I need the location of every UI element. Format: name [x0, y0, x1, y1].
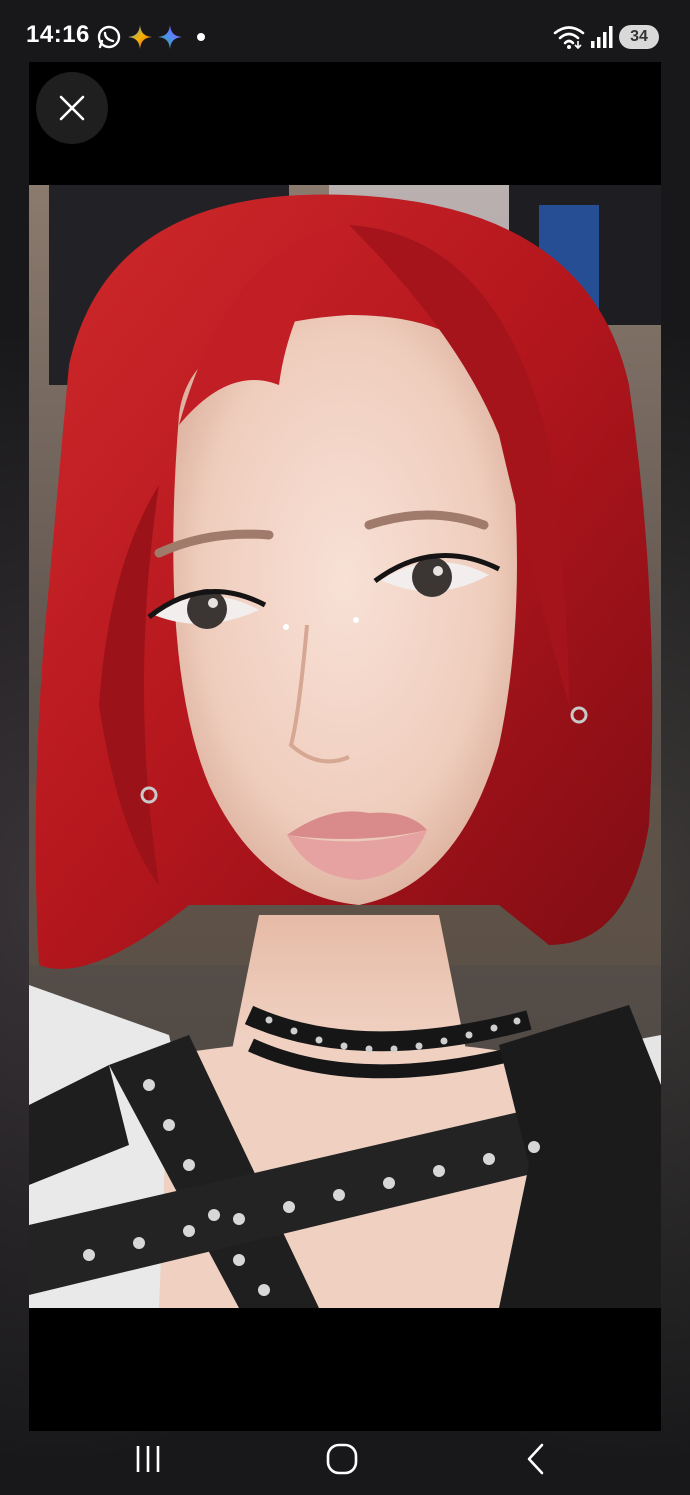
- back-icon: [527, 1443, 544, 1475]
- home-icon: [326, 1443, 358, 1475]
- navigation-bar: [0, 1431, 690, 1495]
- close-button[interactable]: [36, 72, 108, 144]
- sparkle-icon: [158, 25, 182, 49]
- battery-icon: 34: [619, 25, 659, 49]
- recent-apps-button[interactable]: [118, 1435, 178, 1483]
- back-button[interactable]: [506, 1435, 566, 1483]
- close-icon: [59, 95, 85, 121]
- notification-dot: [197, 33, 205, 41]
- status-time: 14:16: [26, 21, 90, 48]
- home-button[interactable]: [312, 1435, 372, 1483]
- status-bar: 14:16 34: [0, 0, 690, 62]
- battery-level: 34: [630, 28, 648, 45]
- portrait-illustration: [29, 185, 661, 1308]
- signal-icon: [591, 26, 613, 48]
- sparkle-icon: [128, 25, 152, 49]
- wifi-icon: [553, 26, 585, 50]
- whatsapp-icon: [97, 25, 121, 49]
- recent-apps-icon: [136, 1446, 160, 1472]
- portrait-photo[interactable]: [29, 185, 661, 1308]
- image-viewer: [29, 62, 661, 1431]
